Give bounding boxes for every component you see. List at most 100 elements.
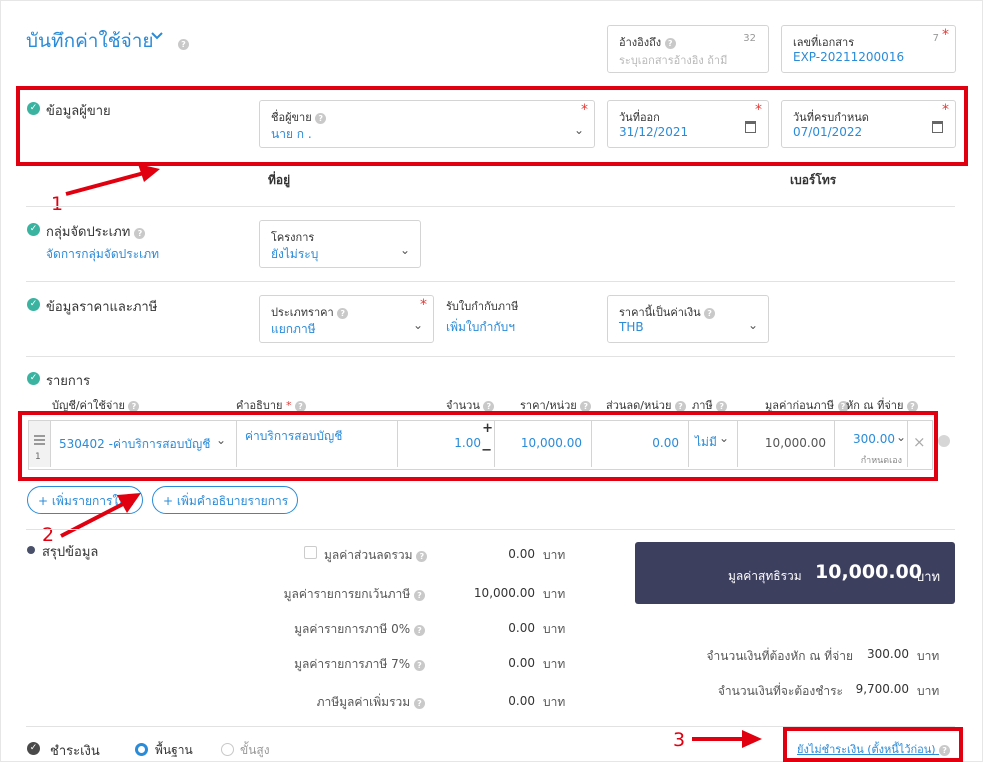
- check-circle-icon: ✓: [27, 742, 40, 755]
- page-title: บันทึกค่าใช้จ่าย: [26, 30, 154, 52]
- help-icon: ?: [704, 308, 716, 319]
- title-chevron-down-icon[interactable]: [150, 28, 164, 46]
- address-label: ที่อยู่: [268, 173, 291, 187]
- reference-label: อ้างอิงถึง ?: [619, 33, 676, 51]
- divider: [26, 206, 955, 207]
- exempt-total-value: 10,000.00: [473, 586, 535, 600]
- pie-chart-icon[interactable]: [938, 435, 950, 447]
- help-icon: ?: [414, 660, 425, 671]
- price-type-field[interactable]: ประเภทราคา ? * แยกภาษี ⌄: [259, 295, 434, 343]
- due-date-label: วันที่ครบกำหนด: [793, 111, 869, 124]
- due-date-field[interactable]: วันที่ครบกำหนด * 07/01/2022: [781, 100, 956, 148]
- help-icon: ?: [337, 308, 349, 319]
- annotation-arrow-1: [65, 164, 160, 196]
- vendor-name-value[interactable]: นาย ก .: [271, 125, 312, 144]
- doc-number-counter: 7: [932, 33, 939, 44]
- price-type-label: ประเภทราคา ?: [271, 303, 349, 321]
- required-mark: *: [581, 102, 588, 118]
- reference-field[interactable]: อ้างอิงถึง ? 32 ระบุเอกสารอ้างอิง ถ้ามี: [607, 25, 769, 73]
- currency-value[interactable]: THB: [619, 320, 644, 334]
- withholding-amount-value: 300.00: [867, 647, 909, 661]
- doc-number-field[interactable]: เลขที่เอกสาร 7 * EXP-20211200016: [781, 25, 956, 73]
- help-icon: ?: [414, 698, 425, 709]
- currency-unit: บาท: [543, 695, 566, 709]
- divider: [26, 356, 955, 357]
- chevron-down-icon[interactable]: ⌄: [748, 318, 758, 332]
- net-total-label: มูลค่าสุทธิรวม: [728, 569, 802, 583]
- discount-total-value: 0.00: [508, 547, 535, 561]
- annotation-number-3: 3: [673, 729, 686, 751]
- payment-advanced-radio[interactable]: [221, 743, 234, 756]
- divider: [26, 281, 955, 282]
- annotation-arrow-3: [692, 730, 762, 748]
- pricing-section-title: ข้อมูลราคาและภาษี: [46, 300, 158, 315]
- vat7-total-label: มูลค่ารายการภาษี 7% ?: [294, 655, 425, 674]
- chevron-down-icon[interactable]: ⌄: [574, 123, 584, 137]
- issue-date-value[interactable]: 31/12/2021: [619, 125, 688, 139]
- vat-total-label: ภาษีมูลค่าเพิ่มรวม ?: [317, 693, 425, 712]
- calendar-icon[interactable]: [932, 121, 943, 133]
- help-icon: ?: [664, 38, 676, 49]
- issue-date-label: วันที่ออก: [619, 111, 660, 124]
- tax-invoice-label: รับใบกำกับภาษี: [446, 300, 519, 313]
- due-date-value[interactable]: 07/01/2022: [793, 125, 862, 139]
- payable-amount-value: 9,700.00: [855, 682, 909, 696]
- vat-total-value: 0.00: [508, 694, 535, 708]
- discount-checkbox[interactable]: [304, 546, 317, 559]
- help-icon: ?: [414, 625, 425, 636]
- help-icon: ?: [416, 551, 428, 562]
- payment-section-title: ชำระเงิน: [50, 744, 100, 759]
- calendar-icon[interactable]: [745, 121, 756, 133]
- help-icon: ?: [134, 228, 146, 239]
- net-total-value: 10,000.00: [815, 561, 922, 583]
- reference-input[interactable]: ระบุเอกสารอ้างอิง ถ้ามี: [619, 51, 727, 69]
- zero-rate-total-value: 0.00: [508, 621, 535, 635]
- project-field[interactable]: โครงการ ยังไม่ระบุ ⌄: [259, 220, 421, 268]
- check-circle-icon: ✓: [27, 372, 40, 385]
- doc-number-label: เลขที่เอกสาร: [793, 36, 855, 49]
- currency-unit: บาท: [543, 657, 566, 671]
- vendor-name-field[interactable]: ชื่อผู้ขาย ? * นาย ก . ⌄: [259, 100, 595, 148]
- manage-category-link[interactable]: จัดการกลุ่มจัดประเภท: [46, 245, 159, 264]
- plus-icon: +: [38, 494, 49, 508]
- phone-label: เบอร์โทร: [790, 173, 837, 187]
- items-section-title: รายการ: [46, 374, 91, 389]
- chevron-down-icon[interactable]: ⌄: [413, 318, 423, 332]
- reference-counter: 32: [743, 33, 756, 44]
- payment-basic-radio[interactable]: [135, 743, 148, 756]
- highlight-box-2: [18, 411, 938, 481]
- required-mark: *: [755, 102, 762, 118]
- payment-status-link[interactable]: ยังไม่ชำระเงิน (ตั้งหนี้ไว้ก่อน) ?: [797, 740, 951, 758]
- net-total-panel: มูลค่าสุทธิรวม 10,000.00 บาท: [635, 542, 955, 604]
- currency-unit: บาท: [917, 684, 940, 698]
- exempt-total-label: มูลค่ารายการยกเว้นภาษี ?: [284, 585, 425, 604]
- currency-label: ราคานี้เป็นค่าเงิน ?: [619, 303, 716, 321]
- issue-date-field[interactable]: วันที่ออก * 31/12/2021: [607, 100, 769, 148]
- annotation-arrow-2: [60, 493, 141, 538]
- help-icon: ?: [939, 745, 951, 756]
- price-type-value[interactable]: แยกภาษี: [271, 320, 316, 339]
- doc-number-input[interactable]: EXP-20211200016: [793, 50, 904, 64]
- zero-rate-total-label: มูลค่ารายการภาษี 0% ?: [294, 620, 425, 639]
- project-label: โครงการ: [271, 231, 315, 244]
- category-section-title: กลุ่มจัดประเภท ?: [46, 221, 146, 242]
- currency-unit: บาท: [543, 548, 566, 562]
- add-description-button[interactable]: + เพิ่มคำอธิบายรายการ: [152, 486, 298, 514]
- check-circle-icon: ✓: [27, 223, 40, 236]
- chevron-down-icon[interactable]: ⌄: [400, 243, 410, 257]
- help-icon: ?: [414, 590, 425, 601]
- plus-icon: +: [163, 494, 174, 508]
- discount-total-label: มูลค่าส่วนลดรวม ?: [324, 546, 428, 565]
- check-circle-icon: ✓: [27, 298, 40, 311]
- currency-unit: บาท: [917, 649, 940, 663]
- divider: [26, 529, 955, 530]
- project-value[interactable]: ยังไม่ระบุ: [271, 245, 318, 264]
- currency-field[interactable]: ราคานี้เป็นค่าเงิน ? THB ⌄: [607, 295, 769, 343]
- payable-amount-label: จำนวนเงินที่จะต้องชำระ: [717, 684, 843, 698]
- summary-section-title: สรุปข้อมูล: [42, 545, 99, 560]
- required-mark: *: [942, 27, 949, 43]
- currency-unit: บาท: [543, 587, 566, 601]
- add-tax-invoice-link[interactable]: เพิ่มใบกำกับฯ: [446, 318, 515, 337]
- vendor-name-label: ชื่อผู้ขาย ?: [271, 108, 327, 126]
- help-icon[interactable]: ?: [178, 32, 189, 51]
